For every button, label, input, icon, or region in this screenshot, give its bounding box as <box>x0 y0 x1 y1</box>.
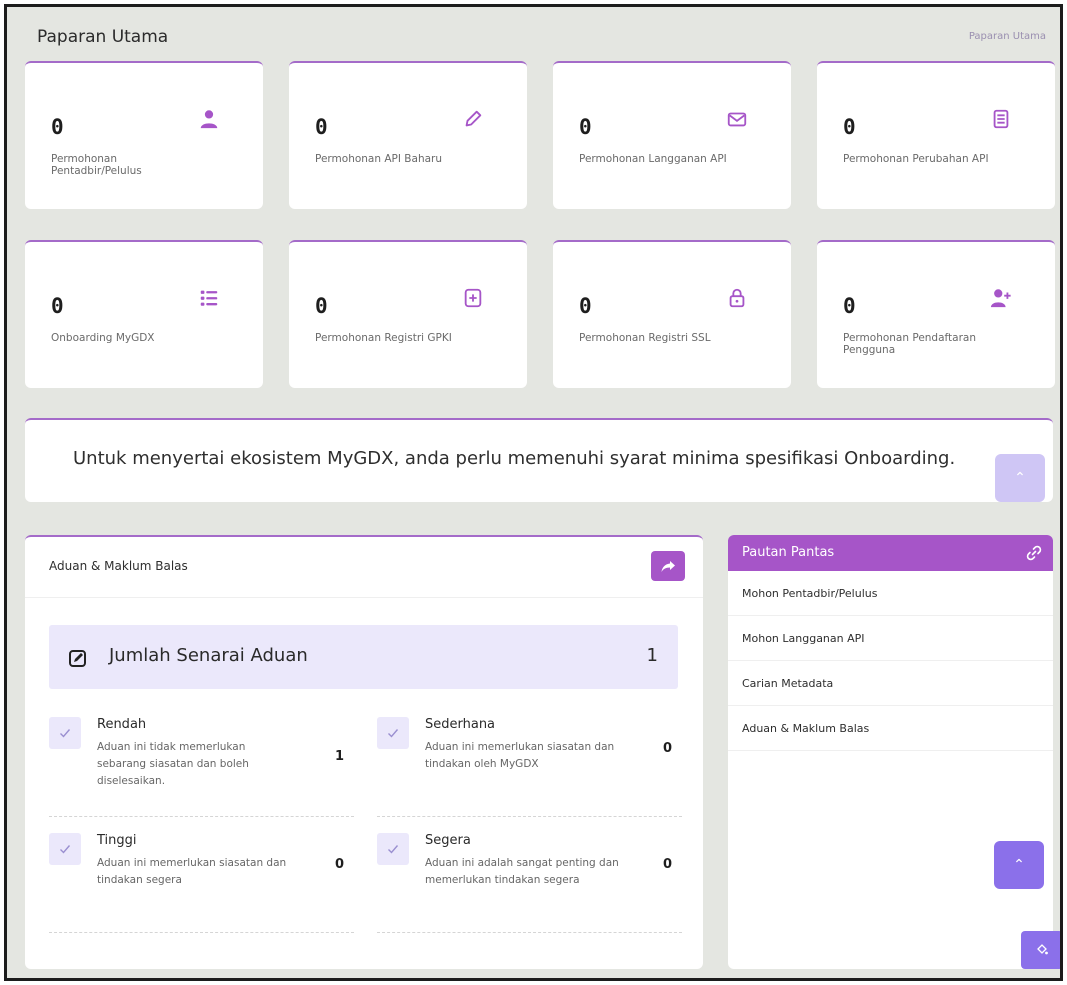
category-name: Tinggi <box>97 833 137 848</box>
dotted-divider <box>49 816 354 817</box>
stat-count: 0 <box>51 294 64 318</box>
quick-link-pentadbir[interactable]: Mohon Pentadbir/Pelulus <box>728 571 1053 616</box>
stat-card-registri-ssl[interactable]: 0 Permohonan Registri SSL <box>553 240 791 388</box>
user-plus-icon <box>989 286 1013 310</box>
stat-label: Permohonan Pentadbir/Pelulus <box>51 153 142 177</box>
stat-count: 0 <box>843 115 856 139</box>
stat-count: 0 <box>315 115 328 139</box>
onboarding-banner: Untuk menyertai ekosistem MyGDX, anda pe… <box>25 418 1053 502</box>
complaints-title: Aduan & Maklum Balas <box>49 559 188 573</box>
category-count: 0 <box>334 857 344 872</box>
stat-label: Permohonan API Baharu <box>315 153 443 165</box>
category-count: 0 <box>662 857 672 872</box>
page-header: Paparan Utama Paparan Utama <box>7 7 1060 63</box>
category-desc: Aduan ini adalah sangat penting dan meme… <box>425 857 619 886</box>
scroll-top-button-pale[interactable]: ⌃ <box>995 454 1045 502</box>
quick-links-header: Pautan Pantas <box>728 535 1053 571</box>
quick-links-panel: Pautan Pantas Mohon Pentadbir/Pelulus Mo… <box>728 535 1053 969</box>
quick-link-carian-metadata[interactable]: Carian Metadata <box>728 661 1053 706</box>
stat-count: 0 <box>843 294 856 318</box>
stat-card-pendaftaran-pengguna[interactable]: 0 Permohonan Pendaftaran Pengguna <box>817 240 1055 388</box>
stat-count: 0 <box>51 115 64 139</box>
complaints-panel: Aduan & Maklum Balas Jumlah Senarai Adua… <box>25 535 703 969</box>
stat-card-onboarding[interactable]: 0 Onboarding MyGDX <box>25 240 263 388</box>
chevron-up-icon: ⌃ <box>1013 857 1025 873</box>
document-icon <box>989 107 1013 131</box>
stat-label: Permohonan Registri GPKI <box>315 332 452 344</box>
dotted-divider <box>49 932 354 933</box>
scroll-top-button[interactable]: ⌃ <box>994 841 1044 889</box>
total-complaints-label: Jumlah Senarai Aduan <box>109 645 308 666</box>
stat-count: 0 <box>579 294 592 318</box>
category-count: 1 <box>334 749 344 764</box>
check-icon <box>49 717 81 749</box>
dotted-divider <box>377 932 682 933</box>
breadcrumb[interactable]: Paparan Utama <box>969 31 1046 42</box>
stat-card-langganan-api[interactable]: 0 Permohonan Langganan API <box>553 61 791 209</box>
share-button[interactable] <box>651 551 685 581</box>
check-icon <box>377 833 409 865</box>
mail-icon <box>725 107 749 131</box>
category-name: Segera <box>425 833 471 848</box>
stat-card-perubahan-api[interactable]: 0 Permohonan Perubahan API <box>817 61 1055 209</box>
quick-link-aduan[interactable]: Aduan & Maklum Balas <box>728 706 1053 751</box>
total-complaints-bar: Jumlah Senarai Aduan 1 <box>49 625 678 689</box>
stat-label: Permohonan Langganan API <box>579 153 727 165</box>
stat-label: Permohonan Pendaftaran Pengguna <box>843 332 977 356</box>
total-complaints-count: 1 <box>646 645 658 666</box>
list-icon <box>197 286 221 310</box>
chevron-up-icon: ⌃ <box>1014 470 1026 486</box>
share-icon <box>661 561 675 572</box>
category-desc: Aduan ini memerlukan siasatan dan tindak… <box>97 857 287 886</box>
check-icon <box>377 717 409 749</box>
category-segera[interactable]: Segera Aduan ini adalah sangat penting d… <box>377 833 682 933</box>
stat-label: Permohonan Registri SSL <box>579 332 711 344</box>
category-name: Rendah <box>97 717 147 732</box>
stat-card-pentadbir[interactable]: 0 Permohonan Pentadbir/Pelulus <box>25 61 263 209</box>
quick-links-title: Pautan Pantas <box>742 545 835 560</box>
banner-text: Untuk menyertai ekosistem MyGDX, anda pe… <box>73 448 956 469</box>
category-sederhana[interactable]: Sederhana Aduan ini memerlukan siasatan … <box>377 717 682 817</box>
stat-card-api-baharu[interactable]: 0 Permohonan API Baharu <box>289 61 527 209</box>
user-icon <box>197 107 221 131</box>
theme-button[interactable] <box>1021 931 1060 969</box>
category-tinggi[interactable]: Tinggi Aduan ini memerlukan siasatan dan… <box>49 833 354 933</box>
category-desc: Aduan ini tidak memerlukan sebarang sias… <box>97 741 249 787</box>
page-title: Paparan Utama <box>37 27 169 47</box>
dashboard-frame: Paparan Utama Paparan Utama 0 Permohonan… <box>4 4 1063 981</box>
link-icon <box>1026 545 1042 561</box>
stat-label: Onboarding MyGDX <box>51 332 155 344</box>
edit-icon <box>69 650 86 667</box>
category-desc: Aduan ini memerlukan siasatan dan tindak… <box>425 741 615 770</box>
stat-label: Permohonan Perubahan API <box>843 153 989 165</box>
stat-count: 0 <box>315 294 328 318</box>
category-rendah[interactable]: Rendah Aduan ini tidak memerlukan sebara… <box>49 717 354 817</box>
pencil-icon <box>461 107 485 131</box>
divider <box>25 597 703 598</box>
stat-card-registri-gpki[interactable]: 0 Permohonan Registri GPKI <box>289 240 527 388</box>
quick-link-langganan-api[interactable]: Mohon Langganan API <box>728 616 1053 661</box>
check-icon <box>49 833 81 865</box>
category-name: Sederhana <box>425 717 496 732</box>
category-count: 0 <box>662 741 672 756</box>
stat-count: 0 <box>579 115 592 139</box>
lock-icon <box>725 286 749 310</box>
dotted-divider <box>377 816 682 817</box>
file-plus-icon <box>461 286 485 310</box>
paint-bucket-icon <box>1037 944 1048 955</box>
